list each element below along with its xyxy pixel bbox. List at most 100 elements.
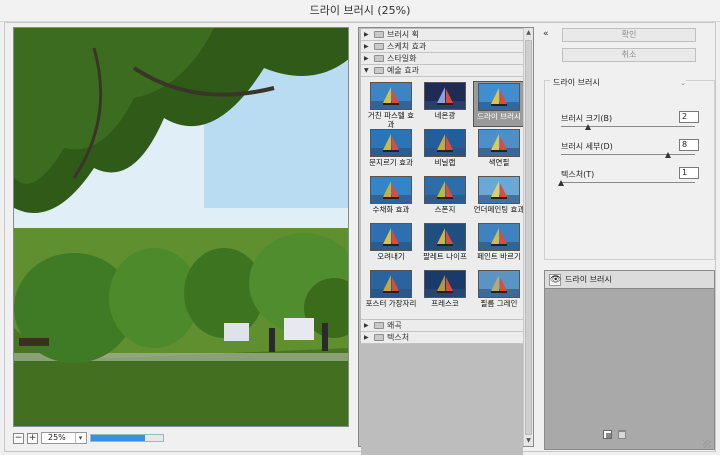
param-label: 텍스처(T) [561, 170, 595, 179]
param-value-input[interactable]: 8 [679, 139, 699, 151]
filter-label: 거친 파스텔 효과 [367, 111, 415, 129]
effect-layer-row[interactable]: 👁 드라이 브러시 [545, 271, 714, 289]
gallery-scrollbar[interactable]: ▲ ▼ [523, 28, 533, 446]
filter-param: 텍스처(T) 1 [558, 167, 699, 195]
filter-thumbnail[interactable]: 네온광 [419, 81, 471, 127]
ok-button[interactable]: 확인 [562, 28, 696, 42]
cancel-button[interactable]: 취소 [562, 48, 696, 62]
thumbnail-grid: 거친 파스텔 효과 네온광 드라이 브러시문지르기 효과 비닐랩 색연필수채화 효과 스폰… [361, 77, 525, 320]
filter-label: 언더페인팅 효과 [473, 205, 525, 214]
progress-fill [91, 435, 145, 441]
folder-icon [374, 43, 384, 50]
category-item[interactable]: ▶ 스케치 효과 [361, 41, 523, 53]
filter-thumbnail[interactable]: 오려내기 [365, 222, 417, 268]
filter-label: 드라이 브러시 [477, 112, 521, 121]
filter-thumbnail[interactable]: 거친 파스텔 효과 [365, 81, 417, 129]
param-slider-track[interactable] [561, 182, 695, 183]
filter-label: 문지르기 효과 [369, 158, 413, 167]
filter-thumbnail[interactable]: 드라이 브러시 [473, 81, 525, 127]
param-label: 브러시 크기(B) [561, 114, 613, 123]
filter-label: 페인트 바르기 [477, 252, 521, 261]
filter-label: 오려내기 [377, 252, 405, 261]
category-item[interactable]: ▶ 왜곡 [361, 320, 523, 332]
filter-gallery-dialog: − + 25% ▾ ▶ 브러시 획 ▶ 스케치 효과 ▶ 스타일화 ▼ 예술 효과 거친 … [4, 22, 716, 455]
category-label: 스타일화 [387, 54, 417, 63]
filter-label: 비닐랩 [434, 158, 456, 167]
scroll-up-icon[interactable]: ▲ [524, 28, 533, 38]
chevron-down-icon: ▾ [75, 433, 85, 443]
category-item[interactable]: ▶ 브러시 획 [361, 29, 523, 41]
effect-layers-panel: 👁 드라이 브러시 [544, 270, 715, 450]
param-slider-track[interactable] [561, 154, 695, 155]
filter-preview-image [424, 129, 466, 157]
collapse-gallery-icon[interactable]: « [543, 29, 549, 39]
category-label: 왜곡 [387, 321, 402, 330]
filter-thumbnail[interactable]: 스폰지 [419, 175, 471, 221]
filter-label: 스폰지 [434, 205, 456, 214]
filter-preview-image [424, 82, 466, 110]
filter-thumbnail[interactable]: 비닐랩 [419, 128, 471, 174]
filter-thumbnail[interactable]: 팔레트 나이프 [419, 222, 471, 268]
category-label: 브러시 획 [387, 30, 419, 39]
delete-effect-layer-icon[interactable] [618, 430, 626, 439]
category-item[interactable]: ▶ 텍스처 [361, 332, 523, 344]
param-slider-handle[interactable] [665, 152, 672, 158]
filter-preview-image [370, 176, 412, 204]
filter-parameters: 드라이 브러시 ⌄ 브러시 크기(B) 2 브러시 세부(D) 8 텍스처(T) 1 [544, 77, 715, 260]
filter-label: 프레스코 [431, 299, 459, 308]
window-title: 드라이 브러시 (25%) [0, 0, 720, 22]
filter-preview-image [478, 176, 520, 204]
new-effect-layer-icon[interactable] [603, 430, 612, 439]
filter-thumbnail[interactable]: 필름 그레인 [473, 269, 525, 315]
param-value-input[interactable]: 2 [679, 111, 699, 123]
filter-preview-image [478, 223, 520, 251]
filter-preview-image [370, 129, 412, 157]
category-item[interactable]: ▶ 스타일화 [361, 53, 523, 65]
eye-icon[interactable]: 👁 [549, 273, 561, 286]
category-artistic[interactable]: ▼ 예술 효과 [361, 65, 523, 77]
filter-thumbnail[interactable]: 프레스코 [419, 269, 471, 315]
filter-thumbnail[interactable]: 색연필 [473, 128, 525, 174]
filter-thumbnail[interactable]: 문지르기 효과 [365, 128, 417, 174]
filter-thumbnail[interactable]: 페인트 바르기 [473, 222, 525, 268]
filter-param: 브러시 세부(D) 8 [561, 139, 699, 167]
folder-icon [374, 55, 384, 62]
param-value-input[interactable]: 1 [679, 167, 699, 179]
category-label: 스케치 효과 [387, 42, 427, 51]
zoom-select[interactable]: 25% ▾ [41, 432, 87, 444]
param-label: 브러시 세부(D) [561, 142, 613, 151]
folder-icon [374, 67, 384, 74]
folder-icon [374, 31, 384, 38]
preview-canvas[interactable] [13, 27, 349, 427]
zoom-out-button[interactable]: − [13, 432, 24, 444]
filter-label: 수채화 효과 [372, 205, 410, 214]
expanded-triangle-icon: ▼ [364, 67, 369, 74]
filter-label: 네온광 [434, 111, 456, 120]
filter-param: 브러시 크기(B) 2 [561, 111, 699, 139]
scroll-thumb[interactable] [525, 40, 532, 435]
param-slider-handle[interactable] [584, 124, 591, 130]
filter-thumbnail[interactable]: 언더페인팅 효과 [473, 175, 525, 221]
filter-thumbnail[interactable]: 수채화 효과 [365, 175, 417, 221]
scroll-down-icon[interactable]: ▼ [524, 436, 533, 446]
filter-thumbnail[interactable]: 포스터 가장자리 [365, 269, 417, 315]
folder-icon [374, 322, 384, 329]
filter-preview-image [370, 270, 412, 298]
effect-layer-label: 드라이 브러시 [565, 275, 612, 284]
collapsed-triangle-icon: ▶ [364, 43, 369, 50]
collapsed-triangle-icon: ▶ [364, 31, 369, 38]
zoom-in-button[interactable]: + [27, 432, 38, 444]
render-progress-bar [90, 434, 164, 442]
param-slider-handle[interactable] [558, 180, 564, 186]
collapsed-triangle-icon: ▶ [364, 334, 369, 341]
resize-grip[interactable] [703, 440, 711, 448]
collapsed-triangle-icon: ▶ [364, 322, 369, 329]
preview-zoom-bar: − + 25% ▾ [13, 431, 349, 445]
filter-label: 포스터 가장자리 [365, 299, 417, 308]
param-slider-track[interactable] [561, 126, 695, 127]
chevron-down-icon: ⌄ [680, 79, 686, 87]
filter-gallery: ▶ 브러시 획 ▶ 스케치 효과 ▶ 스타일화 ▼ 예술 효과 거친 파스텔 효과 네온광 드… [358, 27, 534, 455]
filter-select[interactable]: 드라이 브러시 ⌄ [550, 77, 686, 90]
filter-preview-image [424, 270, 466, 298]
filter-preview-image [370, 223, 412, 251]
